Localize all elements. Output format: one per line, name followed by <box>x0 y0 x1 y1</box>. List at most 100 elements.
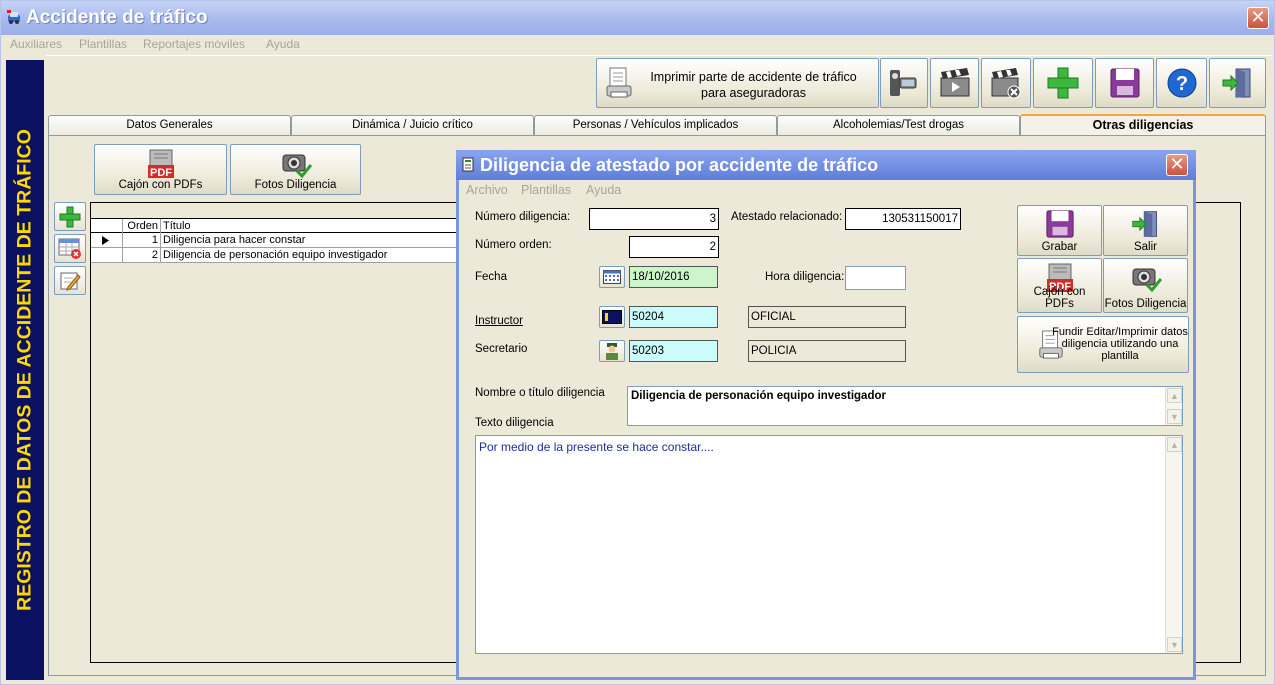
save-button[interactable] <box>1095 58 1154 108</box>
photos-button[interactable]: Fotos Diligencia <box>230 144 361 195</box>
grabar-button[interactable]: Grabar <box>1017 205 1102 256</box>
texto-diligencia-field[interactable]: Por medio de la presente se hace constar… <box>475 435 1183 654</box>
row-titulo: Diligencia de personación equipo investi… <box>163 249 388 261</box>
numero-orden-label: Número orden: <box>475 239 552 251</box>
dialog-pdf-drawer-button[interactable]: PDF Cajón con PDFs <box>1017 258 1102 313</box>
nombre-diligencia-label: Nombre o título diligencia <box>475 387 605 399</box>
secretario-cargo-field: POLICIA <box>748 340 906 362</box>
table-row[interactable]: 2 Diligencia de personación equipo inves… <box>91 248 461 263</box>
scroll-up-arrow-icon[interactable]: ▲ <box>1167 388 1182 403</box>
menu-reportajes-moviles[interactable]: Reportajes móviles <box>143 37 245 51</box>
dialog-title-bar: Diligencia de atestado por accidente de … <box>456 150 1196 180</box>
row-indicator <box>91 248 123 263</box>
nombre-scrollbar[interactable]: ▲ ▼ <box>1165 387 1182 425</box>
instructor-id-field[interactable]: 50204 <box>629 306 718 328</box>
sidebar-banner: REGISTRO DE DATOS DE ACCIDENTE DE TRÁFIC… <box>6 60 44 680</box>
fundir-line2: diligencia utilizando una <box>1061 338 1179 350</box>
instructor-lookup-button[interactable] <box>599 306 625 328</box>
add-diligencia-button[interactable] <box>54 202 86 231</box>
print-button-line2: para aseguradoras <box>701 86 806 100</box>
delete-diligencia-button[interactable] <box>54 234 86 263</box>
grabar-label: Grabar <box>1041 241 1078 253</box>
secretario-label: Secretario <box>475 343 528 355</box>
row-indicator <box>91 233 123 248</box>
dialog-menu-plantillas[interactable]: Plantillas <box>521 183 571 197</box>
video-play-button[interactable] <box>930 58 979 108</box>
fundir-line3: plantilla <box>1101 350 1139 362</box>
help-icon: ? <box>1167 68 1196 98</box>
id-card-icon <box>602 310 622 324</box>
fundir-plantilla-button[interactable]: Fundir Editar/Imprimir datos diligencia … <box>1017 316 1189 373</box>
video-delete-button[interactable] <box>981 58 1031 108</box>
menu-plantillas[interactable]: Plantillas <box>79 37 127 51</box>
clapperboard-icon <box>940 68 969 97</box>
calendar-icon <box>603 270 621 284</box>
camera-check-icon <box>1132 268 1162 293</box>
dialog-menu-ayuda[interactable]: Ayuda <box>586 183 621 197</box>
pdf-drawer-button[interactable]: PDF Cajón con PDFs <box>94 144 227 195</box>
instructor-cargo-field: OFICIAL <box>748 306 906 328</box>
salir-button[interactable]: Salir <box>1103 205 1188 256</box>
tab-alcoholemias[interactable]: Alcoholemias/Test drogas <box>777 115 1020 135</box>
exit-button[interactable] <box>1209 58 1266 108</box>
numero-orden-field[interactable]: 2 <box>629 236 719 258</box>
help-button[interactable]: ? <box>1156 58 1207 108</box>
video-camera-button[interactable] <box>880 58 928 108</box>
secretario-lookup-button[interactable] <box>599 340 625 362</box>
texto-scrollbar[interactable]: ▲ ▼ <box>1165 436 1182 653</box>
scroll-up-arrow-icon[interactable]: ▲ <box>1167 437 1182 452</box>
instructor-label[interactable]: Instructor <box>475 315 523 327</box>
menu-ayuda[interactable]: Ayuda <box>266 37 300 51</box>
pdf-icon: PDF <box>147 149 174 179</box>
nombre-diligencia-value: Diligencia de personación equipo investi… <box>631 390 886 402</box>
floppy-disk-icon <box>1110 68 1139 98</box>
dialog-photos-button[interactable]: Fotos Diligencia <box>1103 258 1188 313</box>
nombre-diligencia-field[interactable]: Diligencia de personación equipo investi… <box>627 386 1183 426</box>
grid-col-orden[interactable]: Orden <box>123 219 161 234</box>
tab-strip: Datos Generales Dinámica / Juicio crític… <box>48 114 1266 136</box>
fecha-label: Fecha <box>475 271 507 283</box>
title-bar: Accidente de tráfico ✕ <box>1 1 1274 35</box>
hora-field[interactable] <box>845 266 906 290</box>
window-title: Accidente de tráfico <box>26 7 208 28</box>
edit-diligencia-button[interactable] <box>54 266 86 295</box>
numero-diligencia-label: Número diligencia: <box>475 211 571 223</box>
tab-datos-generales[interactable]: Datos Generales <box>48 115 291 135</box>
salir-label: Salir <box>1133 241 1157 253</box>
table-delete-icon <box>58 238 81 259</box>
scroll-down-arrow-icon[interactable]: ▼ <box>1167 637 1182 652</box>
hora-label: Hora diligencia: <box>765 271 845 283</box>
fecha-field[interactable]: 18/10/2016 <box>629 266 718 288</box>
window-close-button[interactable]: ✕ <box>1247 7 1269 29</box>
calendar-button[interactable] <box>599 266 625 288</box>
secretario-id-field[interactable]: 50203 <box>629 340 718 362</box>
atestado-field[interactable]: 130531150017 <box>845 208 961 230</box>
dialog-title: Diligencia de atestado por accidente de … <box>480 155 879 175</box>
row-orden: 1 <box>123 233 161 248</box>
diligencia-dialog: Diligencia de atestado por accidente de … <box>456 150 1196 680</box>
row-orden: 2 <box>123 248 161 263</box>
dialog-close-button[interactable]: ✕ <box>1166 154 1188 176</box>
print-insurers-button[interactable]: Imprimir parte de accidente de tráfico p… <box>596 58 879 108</box>
plus-icon <box>59 206 81 227</box>
exit-door-icon <box>1131 211 1157 238</box>
add-button[interactable] <box>1033 58 1093 108</box>
dialog-menu-archivo[interactable]: Archivo <box>466 183 508 197</box>
scroll-down-arrow-icon[interactable]: ▼ <box>1167 409 1182 424</box>
video-camera-icon <box>890 70 917 96</box>
pdf-drawer-label: Cajón con PDFs <box>118 179 203 191</box>
tab-dinamica[interactable]: Dinámica / Juicio crítico <box>291 115 534 135</box>
exit-door-icon <box>1222 68 1250 98</box>
tab-otras-diligencias[interactable]: Otras diligencias <box>1020 114 1266 136</box>
numero-diligencia-field[interactable]: 3 <box>589 208 719 230</box>
svg-text:PDF: PDF <box>150 167 172 179</box>
tab-personas-vehiculos[interactable]: Personas / Vehículos implicados <box>534 115 777 135</box>
grid-col-titulo[interactable]: Título <box>161 219 461 234</box>
clapperboard-delete-icon <box>991 68 1021 99</box>
menu-auxiliares[interactable]: Auxiliares <box>10 37 62 51</box>
app-icon <box>7 10 20 24</box>
table-row[interactable]: 1 Diligencia para hacer constar <box>91 233 461 248</box>
dialog-photos-label: Fotos Diligencia <box>1104 298 1187 310</box>
menu-bar: Auxiliares Plantillas Reportajes móviles… <box>1 35 1274 53</box>
fundir-line1: Fundir Editar/Imprimir datos <box>1052 326 1188 338</box>
